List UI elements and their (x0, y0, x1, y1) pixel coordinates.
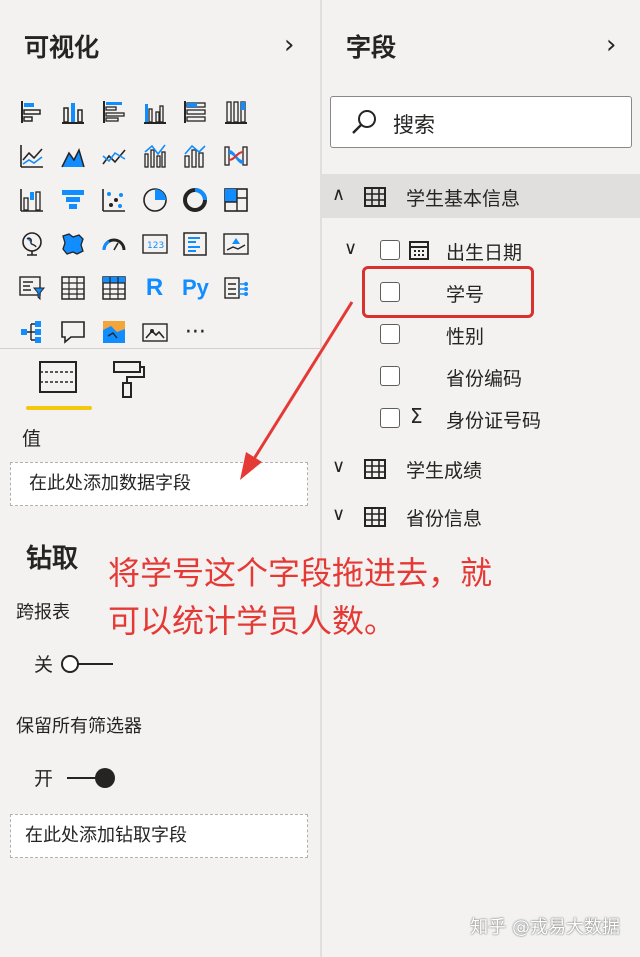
annotation-line-1: 将学号这个字段拖进去，就 (108, 554, 493, 592)
annotation-arrow (240, 301, 354, 480)
watermark: 知乎 @戎易大数据 (470, 917, 620, 938)
annotation-line-2: 可以统计学员人数。 (108, 602, 397, 640)
